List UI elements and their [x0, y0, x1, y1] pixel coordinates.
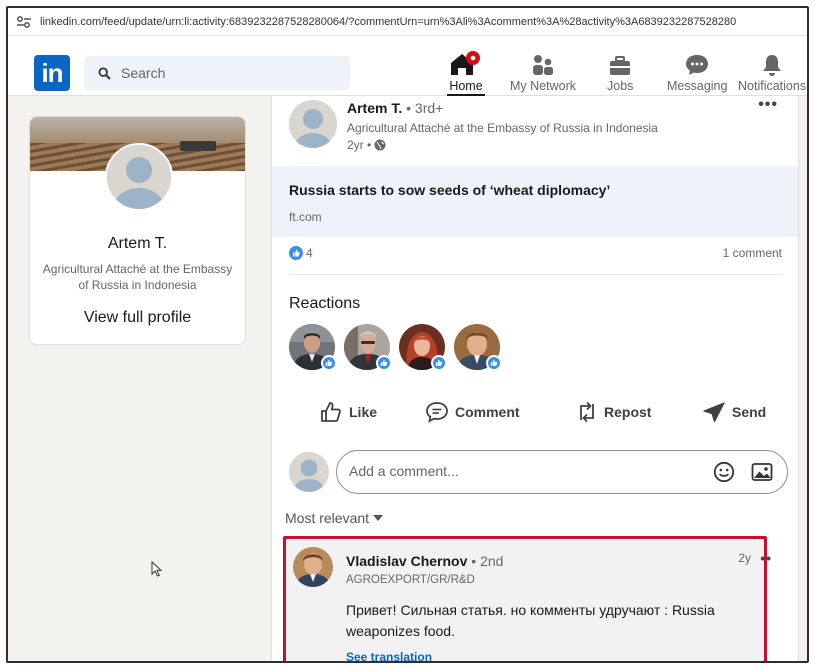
- sort-label[interactable]: Most relevant: [285, 510, 369, 526]
- like-button-label[interactable]: Like: [349, 404, 377, 420]
- see-translation-link[interactable]: See translation: [346, 650, 432, 661]
- comment-item: Vladislav Chernov • 2nd AGROEXPORT/GR/R&…: [283, 536, 771, 661]
- home-icon: [451, 51, 480, 75]
- like-badge-icon: [321, 355, 337, 371]
- mouse-cursor-icon: [151, 561, 163, 577]
- like-badge-icon: [376, 355, 392, 371]
- post-time-text: 2yr •: [347, 138, 372, 152]
- global-nav: in Home: [8, 36, 807, 96]
- profile-headline: Agricultural Attaché at the Embassy of R…: [42, 262, 233, 292]
- send-button[interactable]: Send: [702, 396, 766, 428]
- nav-jobs-label: Jobs: [607, 79, 634, 93]
- linkedin-logo[interactable]: in: [34, 55, 70, 91]
- profile-name[interactable]: Artem T.: [30, 235, 245, 253]
- like-count[interactable]: 4: [289, 246, 313, 260]
- like-button[interactable]: Like: [319, 396, 377, 428]
- chat-icon: [686, 55, 709, 75]
- comment-timestamp: 2y: [738, 551, 751, 565]
- thumbs-up-icon: [321, 402, 341, 422]
- view-full-profile-link[interactable]: View full profile: [30, 309, 245, 327]
- image-icon[interactable]: [751, 462, 773, 482]
- post-author-avatar[interactable]: [289, 100, 337, 148]
- nav-messaging[interactable]: Messaging: [667, 50, 727, 96]
- comment-text: Привет! Сильная статья. но комменты удру…: [346, 602, 715, 639]
- post-overflow-menu[interactable]: •••: [758, 96, 778, 114]
- post-author-headline: Agricultural Attaché at the Embassy of R…: [347, 121, 658, 135]
- reactor-avatar-3[interactable]: [399, 324, 447, 371]
- like-count-text[interactable]: 4: [306, 246, 313, 260]
- nav-notifications-label: Notifications: [738, 79, 807, 93]
- send-icon: [703, 402, 725, 423]
- commenter-headline: AGROEXPORT/GR/R&D: [346, 574, 475, 586]
- nav-my-network-label: My Network: [510, 79, 576, 93]
- nav-home[interactable]: Home: [447, 50, 485, 96]
- send-button-label[interactable]: Send: [732, 404, 766, 420]
- my-avatar[interactable]: [289, 452, 329, 492]
- reactor-avatar-1[interactable]: [289, 324, 337, 371]
- social-counts: 4 1 comment: [289, 246, 782, 264]
- nav-messaging-label: Messaging: [667, 79, 728, 93]
- commenter-degree: • 2nd: [467, 553, 504, 569]
- briefcase-icon: [610, 56, 631, 75]
- caret-down-icon: [373, 515, 384, 521]
- article-link-preview[interactable]: Russia starts to sow seeds of ‘wheat dip…: [272, 166, 798, 237]
- nav-home-label: Home: [449, 79, 483, 93]
- sort-dropdown[interactable]: Most relevant: [285, 510, 384, 526]
- post-actions: Like Comment Repost Send: [272, 396, 798, 428]
- like-badge-icon: [486, 355, 502, 371]
- bell-icon: [763, 55, 782, 76]
- reactor-avatar-2[interactable]: [344, 324, 392, 371]
- like-reaction-icon: [289, 246, 303, 260]
- search-box[interactable]: [84, 56, 350, 90]
- divider: [289, 274, 782, 275]
- article-title[interactable]: Russia starts to sow seeds of ‘wheat dip…: [289, 182, 610, 198]
- people-icon: [532, 55, 553, 75]
- comment-icon: [426, 402, 448, 423]
- site-settings-icon[interactable]: [16, 15, 32, 29]
- post-author-name[interactable]: Artem T.: [347, 100, 402, 116]
- comment-composer: [289, 448, 789, 494]
- post-timestamp: 2yr •: [347, 138, 386, 152]
- nav-notifications[interactable]: Notifications: [738, 50, 806, 96]
- profile-avatar[interactable]: [105, 143, 173, 211]
- commenter-avatar[interactable]: [293, 547, 333, 587]
- comment-input[interactable]: [349, 463, 679, 479]
- comment-overflow-menu[interactable]: ••: [760, 550, 772, 566]
- search-input[interactable]: [121, 65, 321, 81]
- post-detail: Artem T. • 3rd+ Agricultural Attaché at …: [271, 96, 799, 661]
- comment-count[interactable]: 1 comment: [723, 246, 782, 260]
- like-badge-icon: [431, 355, 447, 371]
- reactor-avatar-4[interactable]: [454, 324, 502, 371]
- comment-input-wrapper[interactable]: [336, 450, 788, 494]
- emoji-icon[interactable]: [713, 461, 735, 483]
- search-icon: [98, 66, 111, 80]
- profile-card: Artem T. Agricultural Attaché at the Emb…: [29, 116, 246, 345]
- address-bar[interactable]: linkedin.com/feed/update/urn:li:activity…: [8, 8, 807, 36]
- url-text[interactable]: linkedin.com/feed/update/urn:li:activity…: [40, 16, 736, 28]
- reactors-list: [289, 324, 502, 371]
- comment-button[interactable]: Comment: [425, 396, 520, 428]
- commenter-name[interactable]: Vladislav Chernov: [346, 553, 467, 569]
- repost-icon: [580, 401, 594, 423]
- post-author[interactable]: Artem T. • 3rd+: [347, 100, 443, 116]
- globe-icon: [374, 139, 386, 151]
- browser-window: linkedin.com/feed/update/urn:li:activity…: [6, 6, 809, 663]
- commenter-name-line[interactable]: Vladislav Chernov • 2nd: [346, 553, 503, 569]
- repost-button-label[interactable]: Repost: [604, 404, 651, 420]
- comment-button-label[interactable]: Comment: [455, 404, 520, 420]
- nav-jobs[interactable]: Jobs: [607, 50, 633, 96]
- post-author-degree: • 3rd+: [402, 100, 444, 116]
- repost-button[interactable]: Repost: [576, 396, 651, 428]
- article-source: ft.com: [289, 210, 322, 224]
- nav-my-network[interactable]: My Network: [510, 50, 576, 96]
- reactions-heading: Reactions: [289, 295, 361, 312]
